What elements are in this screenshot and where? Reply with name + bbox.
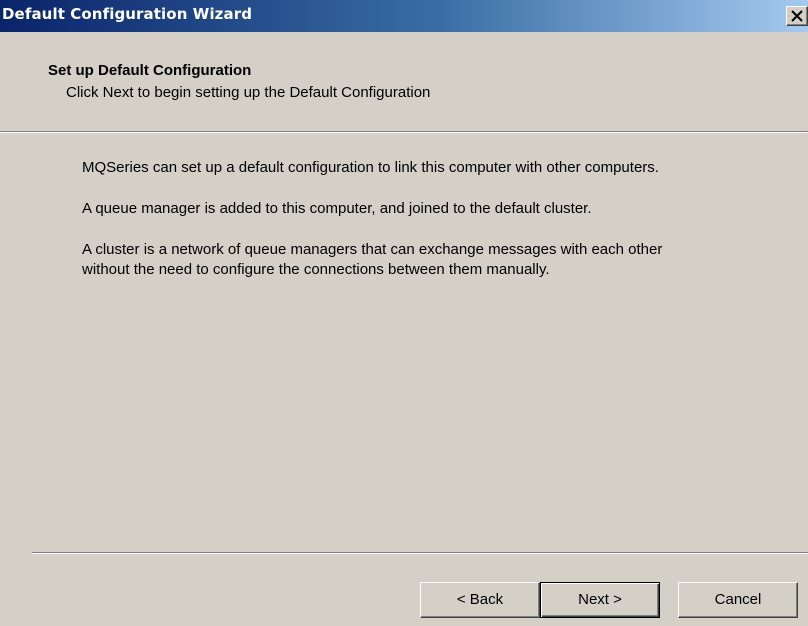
description-paragraph: MQSeries can set up a default configurat…	[82, 159, 659, 176]
close-button[interactable]	[786, 6, 808, 26]
title-bar[interactable]: Default Configuration Wizard	[0, 0, 808, 32]
back-button[interactable]: < Back	[420, 582, 540, 618]
window-title: Default Configuration Wizard	[2, 5, 253, 23]
wizard-window: Default Configuration Wizard Set up Defa…	[0, 0, 808, 626]
footer-divider	[32, 552, 808, 554]
cancel-button[interactable]: Cancel	[678, 582, 798, 618]
next-button[interactable]: Next >	[540, 582, 660, 618]
description-paragraph: A cluster is a network of queue managers…	[82, 241, 663, 258]
page-title: Set up Default Configuration	[48, 62, 252, 79]
close-icon	[791, 10, 803, 22]
description-paragraph: without the need to configure the connec…	[82, 261, 550, 278]
page-subtitle: Click Next to begin setting up the Defau…	[66, 84, 431, 101]
header-divider	[0, 131, 808, 133]
wizard-header	[0, 32, 808, 130]
description-paragraph: A queue manager is added to this compute…	[82, 200, 592, 217]
